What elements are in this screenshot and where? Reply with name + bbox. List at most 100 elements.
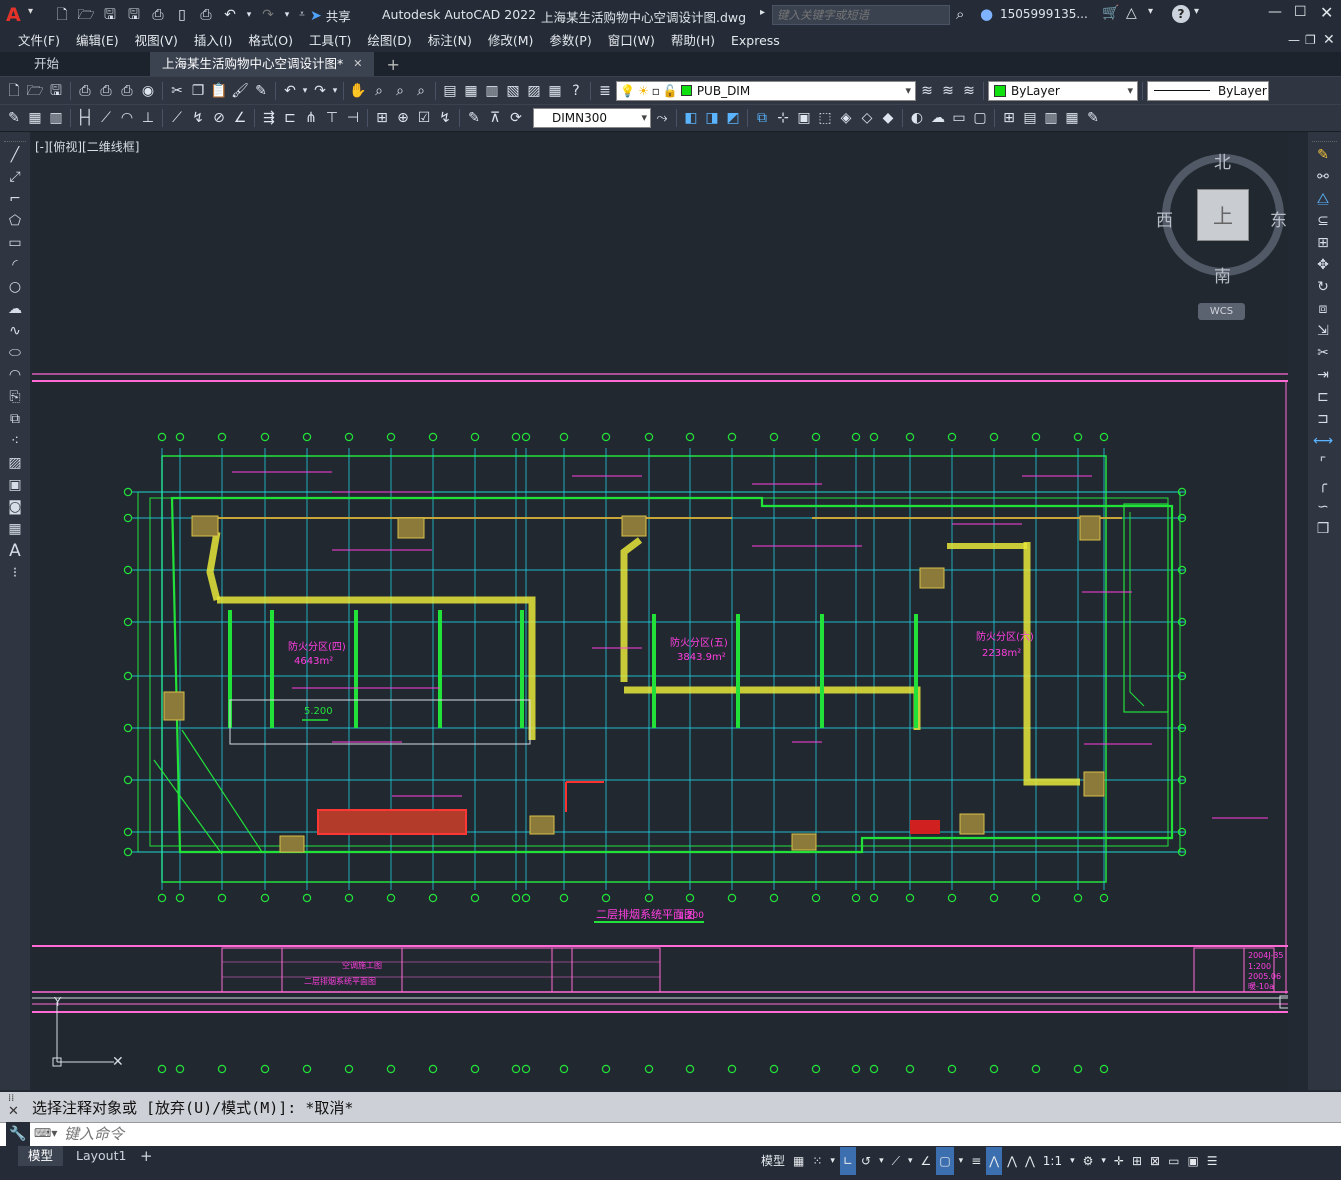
cart-icon[interactable]: 🛒 — [1102, 5, 1119, 21]
break-icon[interactable]: ⊐ — [1308, 408, 1338, 430]
ungroup-icon[interactable]: ⊹ — [773, 108, 793, 128]
osnap-dropdown-icon[interactable]: ▾ — [956, 1147, 967, 1175]
paste-icon[interactable]: 📋 — [209, 81, 229, 101]
point-icon[interactable]: ⁖ — [0, 430, 30, 452]
open-file-icon[interactable]: 🗁 — [76, 5, 96, 25]
menu-item-6[interactable]: 绘图(D) — [359, 30, 419, 52]
tab-layout1[interactable]: Layout1 — [68, 1146, 134, 1166]
share-button[interactable]: ➤ 共享 — [310, 6, 351, 25]
annotation-monitor-icon[interactable]: ✛ — [1111, 1147, 1127, 1175]
close-icon[interactable]: ✕ — [1320, 3, 1333, 22]
trim-icon[interactable]: ✂ — [1308, 342, 1338, 364]
polygon-icon[interactable]: ⬠ — [0, 210, 30, 232]
dim-edit-icon[interactable]: ▦ — [25, 108, 45, 128]
grid-icon[interactable]: ▦ — [790, 1147, 807, 1175]
doc-close-icon[interactable]: ✕ — [1323, 32, 1335, 48]
help-icon[interactable]: ? — [1172, 5, 1190, 23]
angular-dim-icon[interactable]: ∠ — [230, 108, 250, 128]
draw-order-back-icon[interactable]: ◨ — [702, 108, 722, 128]
match-properties-icon[interactable]: 🖌 — [230, 81, 250, 101]
auto-scale-icon[interactable]: ⋀ — [1004, 1147, 1020, 1175]
calculator-icon[interactable]: ▦ — [545, 81, 565, 101]
cut-icon[interactable]: ✂ — [167, 81, 187, 101]
copy-icon[interactable]: ❐ — [188, 81, 208, 101]
group-edit-icon[interactable]: ▣ — [794, 108, 814, 128]
scale-icon[interactable]: ⧈ — [1308, 298, 1338, 320]
properties-icon[interactable]: ▤ — [440, 81, 460, 101]
menu-item-8[interactable]: 修改(M) — [480, 30, 542, 52]
publish-icon[interactable]: ⎙ — [148, 5, 168, 25]
point-cloud-icon[interactable]: ✎ — [1083, 108, 1103, 128]
quick-dimension-icon[interactable]: ⇶ — [259, 108, 279, 128]
command-close-icon[interactable]: ✕ — [8, 1104, 19, 1119]
hardware-accel-icon[interactable]: ▭ — [1165, 1147, 1182, 1175]
annotation-scale-value[interactable]: 1:1 — [1040, 1147, 1065, 1175]
spline-icon[interactable]: ∿ — [0, 320, 30, 342]
new-tab-icon[interactable]: + — [386, 55, 399, 74]
plot-icon[interactable]: ⎙ — [196, 5, 216, 25]
region-icon[interactable]: ▭ — [949, 108, 969, 128]
search-expand-icon[interactable]: ▸ — [760, 7, 765, 18]
open-icon[interactable]: 🗁 — [25, 81, 45, 101]
add-selected-icon[interactable]: ⁝ — [0, 562, 30, 584]
menu-item-2[interactable]: 视图(V) — [127, 30, 186, 52]
tab-close-icon[interactable]: ✕ — [353, 52, 362, 76]
revision-cloud-icon[interactable]: ☁ — [0, 298, 30, 320]
osnap-icon[interactable]: ▢ — [936, 1147, 954, 1175]
mobile-icon[interactable]: ▯ — [172, 5, 192, 25]
doc-restore-icon[interactable]: ❐ — [1305, 33, 1316, 47]
draw-order-above-icon[interactable]: ◩ — [723, 108, 743, 128]
model-space-button[interactable]: 模型 — [758, 1147, 788, 1175]
save-as-icon[interactable]: 🖫 — [124, 5, 144, 25]
construction-line-icon[interactable]: ⤢ — [0, 166, 30, 188]
dim-update-icon[interactable]: ▥ — [46, 108, 66, 128]
gradient-icon[interactable]: ▣ — [0, 474, 30, 496]
save-toolbar-icon[interactable]: 🖫 — [46, 81, 66, 101]
doc-minimize-icon[interactable]: — — [1288, 33, 1300, 47]
copy-object-icon[interactable]: ⚯ — [1308, 166, 1338, 188]
insert-block-icon[interactable]: ⎘ — [0, 386, 30, 408]
rotate-icon[interactable]: ↻ — [1308, 276, 1338, 298]
undo-toolbar-icon[interactable]: ↶ — [280, 81, 300, 101]
publish-toolbar-icon[interactable]: ⎙ — [117, 81, 137, 101]
linear-dim-icon[interactable]: ├┤ — [75, 108, 95, 128]
jogged-linear-icon[interactable]: ↯ — [435, 108, 455, 128]
save-icon[interactable]: 🖫 — [100, 5, 120, 25]
polar-icon[interactable]: ↺ — [858, 1147, 874, 1175]
plot-preview-icon[interactable]: ⎙ — [96, 81, 116, 101]
isodraft-icon[interactable]: ⟋ — [889, 1147, 903, 1175]
extend-icon[interactable]: ⇥ — [1308, 364, 1338, 386]
app-dropdown-icon[interactable]: ▾ — [1148, 6, 1153, 17]
autodesk-app-icon[interactable]: △ — [1126, 5, 1137, 21]
isolate-icon[interactable]: ◇ — [857, 108, 877, 128]
annotation-visibility-icon[interactable]: ⋀ — [986, 1147, 1003, 1175]
undo-dropdown-icon[interactable]: ▾ — [244, 5, 254, 25]
customization-icon[interactable]: ☰ — [1204, 1147, 1221, 1175]
polyline-icon[interactable]: ⌐ — [0, 188, 30, 210]
units-icon[interactable]: ⊞ — [1129, 1147, 1145, 1175]
polar-dropdown-icon[interactable]: ▾ — [876, 1147, 887, 1175]
user-icon[interactable]: ● — [980, 5, 993, 23]
tool-palettes-icon[interactable]: ▥ — [482, 81, 502, 101]
otrack-icon[interactable]: ∠ — [918, 1147, 935, 1175]
command-prompt-icon[interactable]: ⌨▾ — [34, 1126, 57, 1140]
revcloud-icon[interactable]: ☁ — [928, 108, 948, 128]
workspace-dropdown-icon[interactable]: ▾ — [1098, 1147, 1109, 1175]
hatch-icon[interactable]: ▨ — [0, 452, 30, 474]
qnew-icon[interactable]: 🗋 — [4, 81, 24, 101]
offset-icon[interactable]: ⊆ — [1308, 210, 1338, 232]
ellipse-arc-icon[interactable]: ◠ — [0, 364, 30, 386]
dim-space-icon[interactable]: ⊤ — [322, 108, 342, 128]
autocad-logo-icon[interactable]: A — [6, 4, 28, 26]
mirror-icon[interactable]: ⧋ — [1308, 188, 1338, 210]
command-grip-icon[interactable]: ⁞⁞ — [8, 1093, 14, 1104]
3dprint-icon[interactable]: ◉ — [138, 81, 158, 101]
layer-properties-icon[interactable]: ≣ — [595, 81, 615, 101]
aligned-dim-icon[interactable]: ⟋ — [96, 108, 116, 128]
layer-previous-icon[interactable]: ≋ — [938, 81, 958, 101]
layer-dropdown[interactable]: 💡 ☀ ▫ 🔓 PUB_DIM ▾ — [616, 80, 916, 101]
help-toolbar-icon[interactable]: ? — [566, 81, 586, 101]
dimstyle-dropdown[interactable]: DIMN300 — [533, 108, 651, 128]
make-block-icon[interactable]: ⧉ — [0, 408, 30, 430]
menu-item-4[interactable]: 格式(O) — [240, 30, 301, 52]
